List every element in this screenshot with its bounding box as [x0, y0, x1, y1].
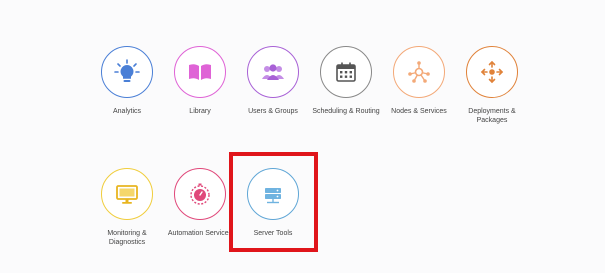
- tile-library[interactable]: Library: [163, 46, 237, 116]
- tile-scheduling-routing[interactable]: Scheduling & Routing: [309, 46, 383, 116]
- lightbulb-icon: [114, 59, 140, 82]
- calendar-icon: [336, 62, 356, 82]
- users-icon: [262, 64, 284, 80]
- tile-label: Analytics: [112, 108, 141, 115]
- library-circle: [174, 46, 226, 98]
- tile-label: Automation Services: [167, 230, 233, 237]
- monitor-icon: [116, 185, 138, 204]
- scheduling-routing-circle: [320, 46, 372, 98]
- move-arrows-icon: [480, 60, 504, 84]
- tile-users-groups[interactable]: Users & Groups: [236, 46, 310, 116]
- monitoring-diagnostics-circle: [101, 168, 153, 220]
- tile-monitoring-diagnostics[interactable]: Monitoring & Diagnostics: [90, 168, 164, 247]
- tile-label: Deployments & Packages: [468, 108, 516, 124]
- users-groups-circle: [247, 46, 299, 98]
- tile-analytics[interactable]: Analytics: [90, 46, 164, 116]
- app-launcher-grid: Analytics Library Users & Groups Schedul…: [0, 0, 605, 273]
- tile-label: Nodes & Services: [391, 108, 447, 115]
- tile-label: Monitoring & Diagnostics: [107, 230, 147, 246]
- tile-label: Users & Groups: [248, 108, 298, 115]
- tile-label: Scheduling & Routing: [312, 108, 380, 115]
- stopwatch-icon: [190, 183, 210, 205]
- nodes-services-circle: [393, 46, 445, 98]
- nodes-icon: [408, 61, 430, 83]
- book-icon: [189, 64, 211, 80]
- tile-label: Library: [189, 108, 211, 115]
- tile-automation-services[interactable]: Automation Services: [163, 168, 237, 238]
- deployments-packages-circle: [466, 46, 518, 98]
- selection-highlight-box: [229, 152, 318, 252]
- analytics-circle: [101, 46, 153, 98]
- automation-services-circle: [174, 168, 226, 220]
- tile-deployments-packages[interactable]: Deployments & Packages: [455, 46, 529, 125]
- tile-nodes-services[interactable]: Nodes & Services: [382, 46, 456, 116]
